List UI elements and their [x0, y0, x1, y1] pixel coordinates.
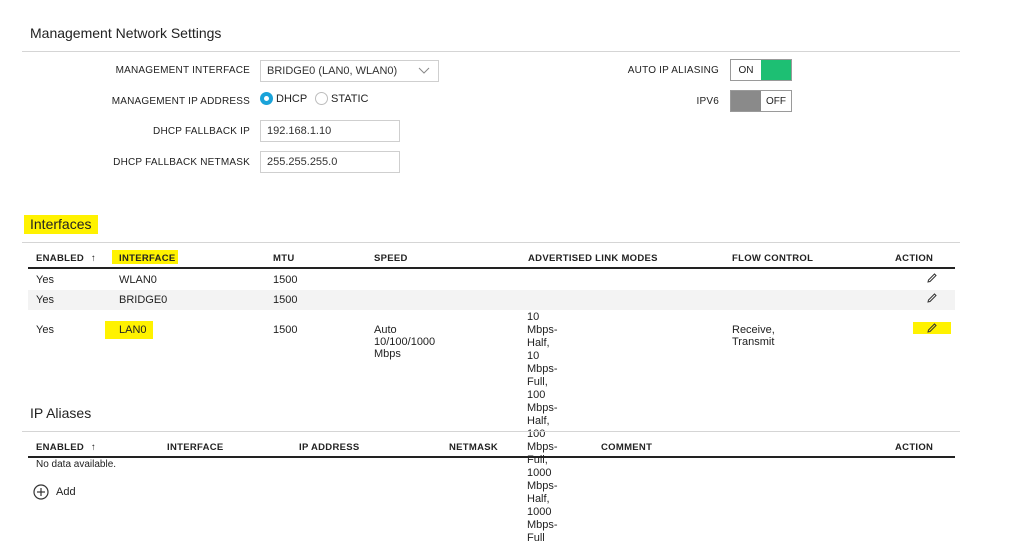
management-section-title: Management Network Settings — [30, 25, 222, 41]
advertised-line: Mbps-Half, 1000 Mbps-Full — [527, 480, 558, 544]
row-mtu: 1500 — [273, 274, 298, 286]
management-interface-value: BRIDGE0 (LAN0, WLAN0) — [267, 65, 398, 77]
pencil-icon[interactable] — [926, 322, 938, 334]
management-interface-select[interactable]: BRIDGE0 (LAN0, WLAN0) — [260, 60, 439, 82]
pencil-icon[interactable] — [926, 272, 938, 284]
dhcp-fallback-netmask-label: DHCP FALLBACK NETMASK — [113, 157, 250, 168]
auto-ip-aliasing-toggle[interactable]: ON — [730, 59, 792, 81]
alias-col-enabled-header[interactable]: ENABLED ↑ — [36, 442, 96, 453]
row-mtu: 1500 — [273, 324, 298, 336]
row-mtu: 1500 — [273, 294, 298, 306]
dhcp-radio[interactable] — [260, 92, 273, 105]
col-enabled-label: ENABLED — [36, 253, 85, 264]
management-interface-label: MANAGEMENT INTERFACE — [115, 65, 250, 76]
toggle-off-knob — [731, 91, 761, 111]
toggle-on-text: ON — [731, 60, 761, 80]
add-alias-button[interactable]: Add — [33, 484, 76, 500]
row-speed: Auto 10/100/1000 Mbps — [374, 324, 436, 360]
row-enabled: Yes — [36, 324, 54, 336]
static-radio-label[interactable]: STATIC — [331, 93, 368, 105]
alias-col-ip-header[interactable]: IP ADDRESS — [299, 442, 360, 453]
row-flow-control: Receive, Transmit — [732, 324, 775, 348]
sort-up-icon: ↑ — [90, 442, 97, 453]
toggle-on-knob — [761, 60, 791, 80]
alias-col-action-header: ACTION — [895, 442, 934, 453]
sort-up-icon: ↑ — [90, 253, 97, 264]
dhcp-fallback-netmask-input[interactable]: 255.255.255.0 — [260, 151, 400, 173]
col-mtu-header[interactable]: MTU — [273, 253, 294, 264]
chevron-down-icon — [418, 67, 430, 74]
dhcp-radio-label[interactable]: DHCP — [276, 93, 307, 105]
alias-col-comment-header[interactable]: COMMENT — [601, 442, 652, 453]
alias-col-enabled-label: ENABLED — [36, 442, 85, 453]
table-header-underline — [28, 267, 955, 269]
dhcp-fallback-ip-value: 192.168.1.10 — [267, 125, 332, 137]
advertised-line: 10 Mbps-Half, 10 Mbps-Full, 100 — [527, 311, 558, 401]
empty-state-text: No data available. — [36, 459, 117, 470]
ipv6-label: IPV6 — [696, 96, 719, 107]
row-interface: BRIDGE0 — [119, 294, 168, 306]
row-enabled: Yes — [36, 274, 54, 286]
dhcp-fallback-ip-input[interactable]: 192.168.1.10 — [260, 120, 400, 142]
row-interface: LAN0 — [119, 324, 147, 336]
interfaces-section-title: Interfaces — [30, 216, 92, 232]
toggle-off-text: OFF — [761, 91, 791, 111]
advertised-line: Mbps-Half, 100 Mbps-Full, 1000 — [527, 402, 558, 479]
auto-ip-aliasing-label: AUTO IP ALIASING — [627, 65, 719, 76]
ip-aliases-divider — [22, 431, 960, 432]
alias-header-underline — [28, 456, 955, 458]
row-enabled: Yes — [36, 294, 54, 306]
col-interface-header[interactable]: INTERFACE — [119, 253, 176, 264]
static-radio[interactable] — [315, 92, 328, 105]
interfaces-divider — [22, 242, 960, 243]
ip-aliases-section-title: IP Aliases — [30, 405, 92, 421]
add-alias-label: Add — [56, 486, 76, 498]
pencil-icon[interactable] — [926, 292, 938, 304]
management-divider — [22, 51, 960, 52]
alias-col-netmask-header[interactable]: NETMASK — [449, 442, 498, 453]
col-advertised-header[interactable]: ADVERTISED LINK MODES — [528, 253, 658, 264]
row-advertised: 10 Mbps-Half, 10 Mbps-Full, 100 Mbps-Hal… — [527, 311, 558, 545]
alias-col-interface-header[interactable]: INTERFACE — [167, 442, 224, 453]
dhcp-fallback-netmask-value: 255.255.255.0 — [267, 156, 338, 168]
plus-circle-icon — [33, 484, 49, 500]
col-speed-header[interactable]: SPEED — [374, 253, 408, 264]
dhcp-fallback-ip-label: DHCP FALLBACK IP — [153, 126, 250, 137]
ipv6-toggle[interactable]: OFF — [730, 90, 792, 112]
col-enabled-header[interactable]: ENABLED ↑ — [36, 253, 96, 264]
row-interface: WLAN0 — [119, 274, 157, 286]
col-flow-header[interactable]: FLOW CONTROL — [732, 253, 813, 264]
col-action-header: ACTION — [895, 253, 934, 264]
management-ip-address-label: MANAGEMENT IP ADDRESS — [111, 96, 250, 107]
